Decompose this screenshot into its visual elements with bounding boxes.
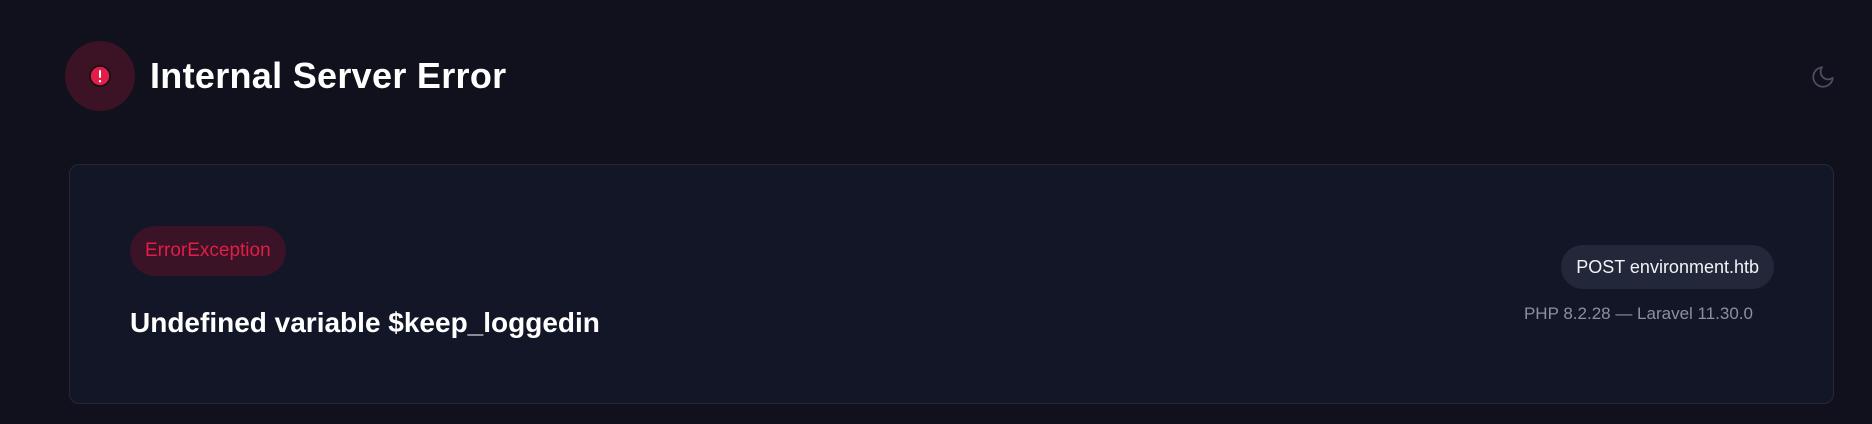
error-icon-badge (65, 41, 135, 111)
exception-message: Undefined variable $keep_loggedin (130, 307, 600, 338)
theme-toggle-button[interactable] (1810, 64, 1836, 90)
framework-versions: PHP 8.2.28 — Laravel 11.30.0 (1523, 304, 1753, 323)
request-method-url-badge: POST environment.htb (1561, 245, 1774, 289)
exception-card: ErrorException Undefined variable $keep_… (69, 164, 1834, 404)
exception-class-badge: ErrorException (130, 226, 286, 276)
exclamation-circle-icon (89, 65, 111, 87)
moon-icon (1812, 66, 1834, 88)
page-title: Internal Server Error (150, 55, 507, 96)
page-header: Internal Server Error (65, 41, 506, 111)
